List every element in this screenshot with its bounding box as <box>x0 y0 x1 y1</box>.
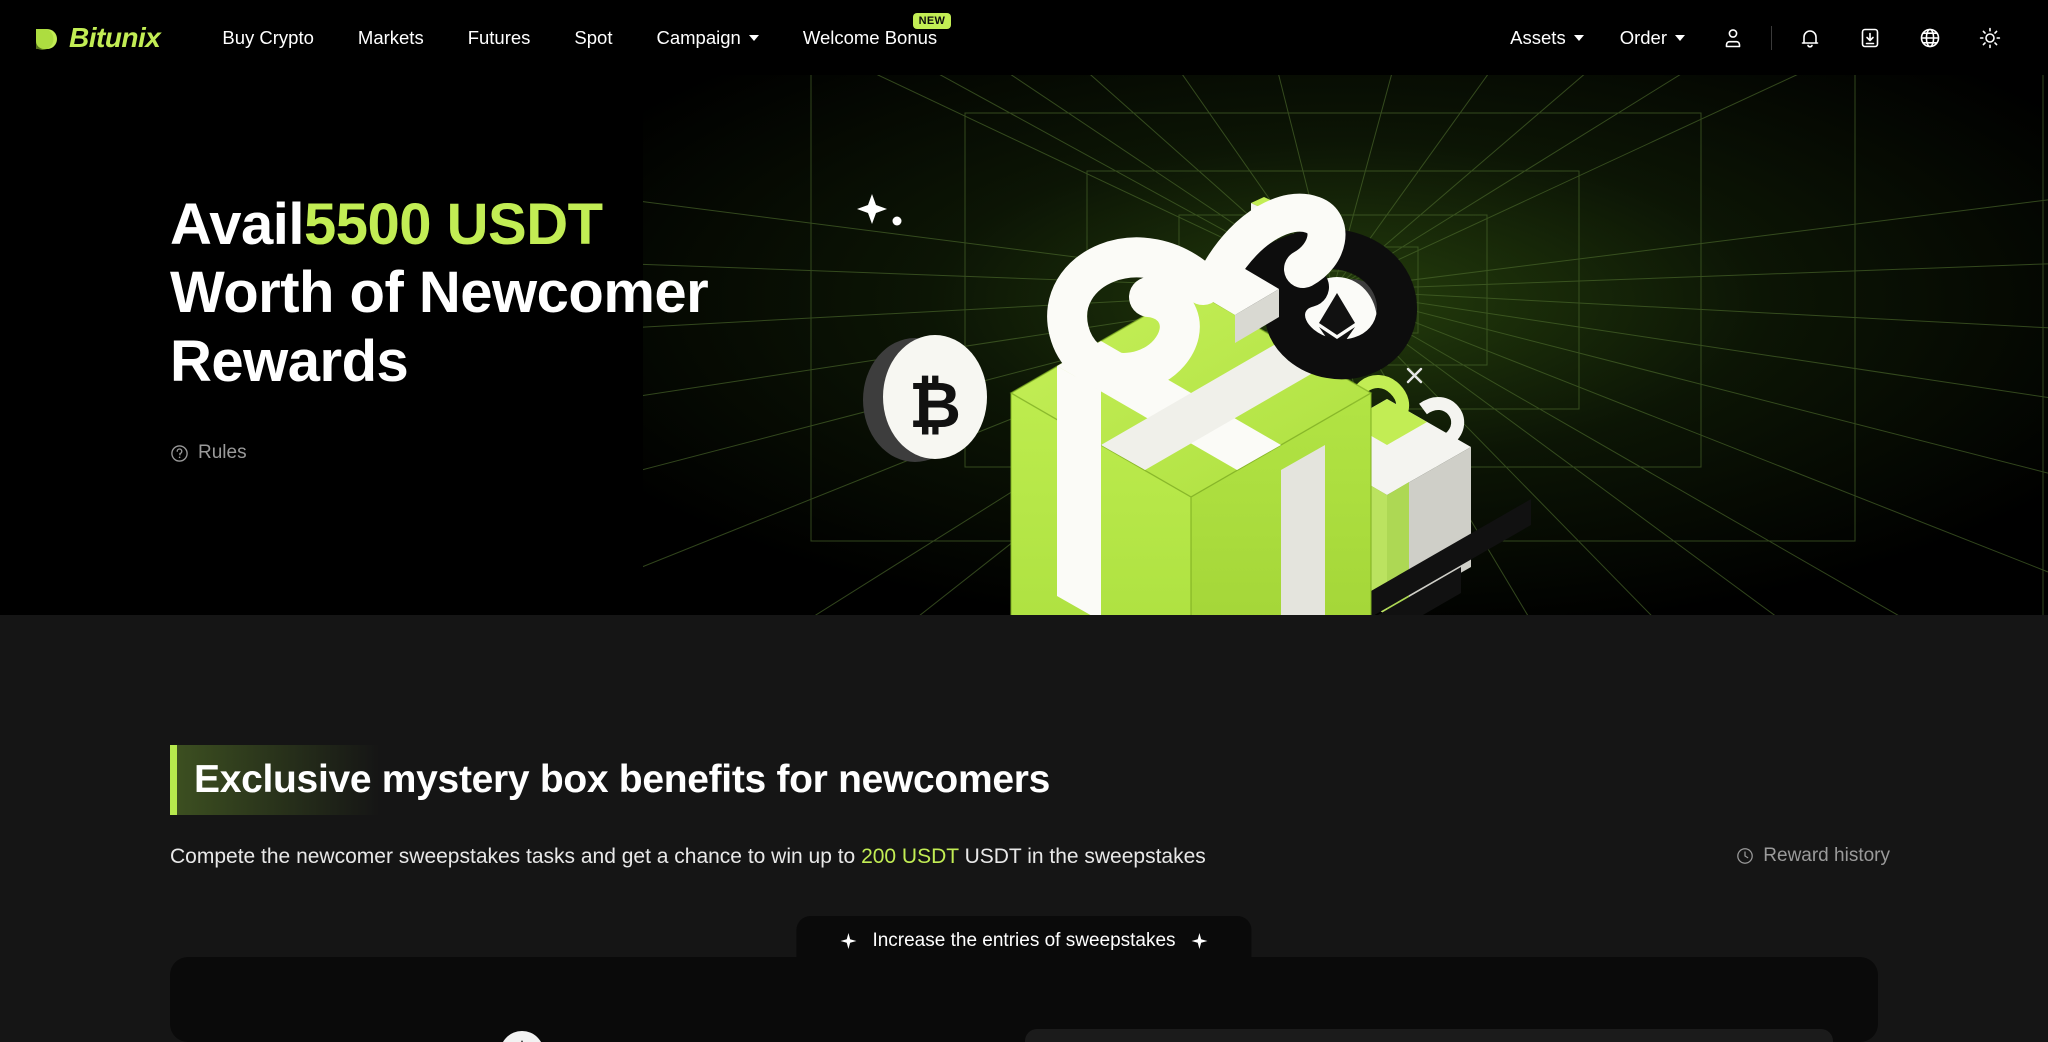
chevron-down-icon <box>1573 34 1584 41</box>
section-accent-bar <box>170 745 177 815</box>
subtitle-accent: 200 USDT <box>861 845 959 868</box>
hero-illustration: ₿ <box>643 75 2048 615</box>
section-subtitle: Compete the newcomer sweepstakes tasks a… <box>170 845 1206 869</box>
nav-item-buy-crypto[interactable]: Buy Crypto <box>200 27 336 49</box>
hero-content: Avail5500 USDT Worth of Newcomer Rewards… <box>170 191 709 468</box>
section-heading: Exclusive mystery box benefits for newco… <box>170 745 1050 815</box>
notification-bell-icon[interactable] <box>1780 26 1840 50</box>
download-app-icon[interactable] <box>1840 26 1900 50</box>
panel-card[interactable] <box>1025 1029 1833 1042</box>
nav-item-welcome-bonus[interactable]: Welcome Bonus NEW <box>781 12 959 49</box>
nav-label: Markets <box>357 26 424 48</box>
hero-title-amount: 5500 USDT <box>303 192 603 257</box>
clock-icon <box>1736 847 1754 865</box>
nav-label: Spot <box>574 26 613 48</box>
hero-title-line-3: Rewards <box>170 328 409 394</box>
language-globe-icon[interactable] <box>1900 26 1960 50</box>
hero-title-line-2: Worth of Newcomer <box>170 260 709 326</box>
chevron-down-icon <box>1675 34 1685 41</box>
sparkle-icon <box>840 933 857 949</box>
nav-label: Campaign <box>656 26 741 48</box>
new-badge: NEW <box>912 12 952 29</box>
bitunix-leaf-logo-icon <box>32 23 62 53</box>
hero-title-line-1: Avail5500 USDT <box>170 191 708 259</box>
section-title: Exclusive mystery box benefits for newco… <box>194 758 1050 801</box>
chevron-down-icon <box>748 34 759 41</box>
bitcoin-coin: ₿ <box>863 335 987 462</box>
nav-label: Buy Crypto <box>222 26 314 48</box>
site-header: Bitunix Buy Crypto Markets Futures Spot … <box>0 0 2048 75</box>
nav-label: Welcome Bonus <box>802 26 938 48</box>
user-account-icon[interactable] <box>1703 26 1763 50</box>
rules-link[interactable]: Rules <box>170 442 247 464</box>
nav-item-campaign[interactable]: Campaign <box>634 27 780 49</box>
sweepstakes-panel: » <box>170 957 1878 1042</box>
nav-item-markets[interactable]: Markets <box>336 27 446 49</box>
reward-history-label: Reward history <box>1763 845 1890 866</box>
bitunix-welcome-bonus-page: Bitunix Buy Crypto Markets Futures Spot … <box>0 0 2048 1042</box>
brand-name: Bitunix <box>69 21 161 53</box>
assets-label: Assets <box>1510 26 1566 48</box>
theme-toggle-sun-icon[interactable] <box>1960 26 2020 50</box>
brand-logo[interactable]: Bitunix <box>32 21 161 54</box>
hero-banner: ₿ Avail5500 USDT Worth of Newcomer Rewar… <box>0 75 2048 615</box>
subtitle-before: Compete the newcomer sweepstakes tasks a… <box>170 845 862 868</box>
hero-title-prefix: Avail <box>170 192 304 257</box>
header-actions: Assets Order <box>1492 25 2020 50</box>
subtitle-after: USDT in the sweepstakes <box>958 845 1206 868</box>
svg-text:₿: ₿ <box>909 369 961 441</box>
rules-label: Rules <box>198 442 247 464</box>
sparkle-icon <box>1191 933 1208 949</box>
order-menu[interactable]: Order <box>1602 27 1703 49</box>
tab-label: Increase the entries of sweepstakes <box>872 930 1176 951</box>
main-navigation: Buy Crypto Markets Futures Spot Campaign… <box>200 12 959 49</box>
header-divider <box>1771 25 1772 50</box>
order-label: Order <box>1619 26 1667 48</box>
avatar <box>500 1031 544 1042</box>
assets-menu[interactable]: Assets <box>1492 27 1602 49</box>
nav-item-spot[interactable]: Spot <box>552 27 634 49</box>
question-circle-icon <box>170 444 189 463</box>
nav-item-futures[interactable]: Futures <box>446 27 553 49</box>
reward-history-link[interactable]: Reward history <box>1736 845 1890 867</box>
nav-label: Futures <box>467 26 531 48</box>
hero-title: Avail5500 USDT Worth of Newcomer Rewards <box>170 191 709 396</box>
